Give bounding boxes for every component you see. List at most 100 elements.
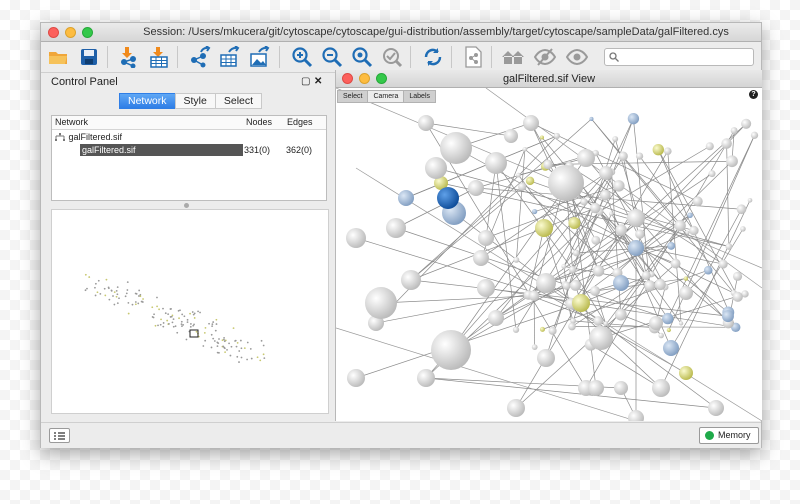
network-node[interactable] [548,165,584,201]
network-node[interactable] [708,400,724,416]
network-node[interactable] [522,146,528,152]
network-node[interactable] [612,136,619,142]
network-node[interactable] [543,159,553,170]
network-node[interactable] [553,132,561,140]
network-node[interactable] [627,113,640,125]
network-node[interactable] [401,270,421,290]
network-node[interactable] [732,291,743,302]
network-node[interactable] [365,287,397,319]
network-node[interactable] [679,366,693,380]
network-node[interactable] [562,281,571,290]
col-edges[interactable]: Edges [287,117,313,127]
network-row-selected[interactable]: galFiltered.sif [80,144,243,156]
network-node[interactable] [618,151,628,161]
network-node[interactable] [667,241,676,250]
float-panel-button[interactable]: ▢ [301,76,310,87]
memory-button[interactable]: Memory [699,427,759,444]
network-node[interactable] [477,279,495,297]
network-node[interactable] [679,286,693,300]
network-node[interactable] [614,308,627,321]
network-node[interactable] [580,198,588,206]
zoom-out-button[interactable] [320,45,344,69]
network-node[interactable] [572,249,580,257]
table-snapshot-button[interactable] [461,45,485,69]
network-node[interactable] [628,240,644,256]
network-node[interactable] [523,115,539,131]
network-node[interactable] [431,330,471,370]
network-node[interactable] [603,321,609,327]
network-node[interactable] [725,243,733,250]
network-node[interactable] [591,235,601,245]
selected-node[interactable] [437,187,459,209]
network-node[interactable] [666,328,671,333]
mode-select[interactable]: Select [337,90,369,103]
network-node[interactable] [740,226,746,232]
tab-select[interactable]: Select [214,93,263,109]
network-node[interactable] [599,189,611,201]
network-node[interactable] [614,381,628,395]
network-node[interactable] [539,326,545,332]
network-node[interactable] [736,204,747,215]
network-node[interactable] [652,144,664,156]
network-node[interactable] [473,250,489,266]
network-node[interactable] [674,219,686,232]
network-node[interactable] [663,147,672,156]
network-node[interactable] [678,321,684,326]
tab-style[interactable]: Style [174,93,216,109]
network-node[interactable] [599,166,613,180]
network-node[interactable] [747,197,753,203]
network-node[interactable] [750,131,759,139]
network-node[interactable] [347,369,365,387]
zoom-fit-button[interactable] [380,45,404,69]
network-node[interactable] [687,212,693,219]
network-node[interactable] [570,279,582,291]
col-network[interactable]: Network [55,117,88,127]
network-node[interactable] [613,275,629,291]
network-node[interactable] [589,326,613,350]
split-handle[interactable] [184,203,189,208]
network-node[interactable] [417,369,435,387]
network-node[interactable] [627,209,645,227]
network-canvas[interactable] [336,88,762,421]
network-node[interactable] [537,349,555,367]
network-node[interactable] [536,273,556,293]
task-history-button[interactable] [49,428,70,443]
network-node[interactable] [615,224,627,236]
network-node[interactable] [635,152,644,160]
mode-camera[interactable]: Camera [367,90,405,103]
network-node[interactable] [670,258,681,269]
network-node[interactable] [589,116,594,121]
birds-eye-view[interactable] [51,209,329,414]
network-node[interactable] [590,285,601,296]
network-node[interactable] [512,326,520,333]
network-node[interactable] [518,182,527,191]
network-node[interactable] [635,229,645,239]
save-session-button[interactable] [77,45,101,69]
network-node[interactable] [572,294,590,312]
network-node[interactable] [718,259,728,269]
network-node[interactable] [468,180,484,196]
network-node[interactable] [531,344,538,351]
col-nodes[interactable]: Nodes [246,117,272,127]
network-node[interactable] [705,142,714,151]
export-network-button[interactable] [188,45,212,69]
network-node[interactable] [504,129,518,143]
network-node[interactable] [644,280,656,292]
network-node[interactable] [593,316,604,326]
network-node[interactable] [513,256,520,263]
network-node[interactable] [641,270,651,280]
network-node[interactable] [730,127,738,135]
import-table-button[interactable] [147,45,171,69]
zoom-window-button[interactable] [82,27,93,38]
show-selected-button[interactable] [565,45,589,69]
network-node[interactable] [592,265,605,277]
network-node[interactable] [609,211,614,217]
network-node[interactable] [692,196,703,207]
network-node[interactable] [568,322,576,331]
zoom-in-button[interactable] [290,45,314,69]
zoom-selected-button[interactable] [350,45,374,69]
network-node[interactable] [726,155,738,168]
network-node[interactable] [488,310,504,326]
network-node[interactable] [516,172,521,178]
network-node[interactable] [721,138,732,149]
